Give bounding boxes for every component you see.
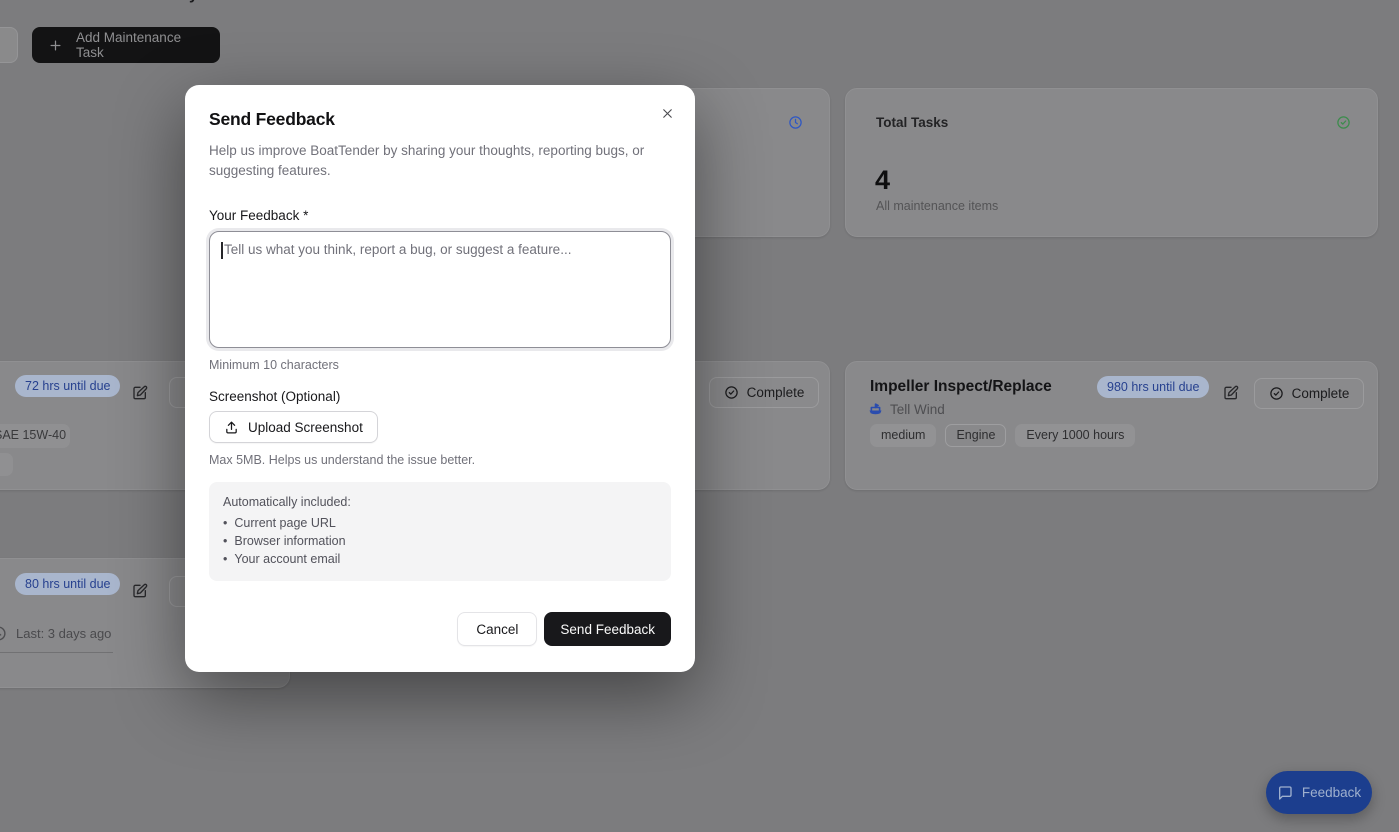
upload-screenshot-label: Upload Screenshot	[248, 420, 363, 435]
stat-card-total-tasks: Total Tasks 4 All maintenance items	[845, 88, 1378, 237]
upload-icon	[224, 420, 239, 435]
task-title: Impeller Inspect/Replace	[870, 378, 1052, 396]
priority-badge: medium	[870, 424, 936, 447]
edit-icon[interactable]	[1221, 383, 1241, 403]
modal-footer: Cancel Send Feedback	[457, 612, 671, 646]
auto-included-box: Automatically included: Current page URL…	[209, 482, 671, 581]
task-card-impeller: Impeller Inspect/Replace 980 hrs until d…	[845, 361, 1378, 490]
bullet	[223, 514, 227, 532]
clipped-heading-fragment: y	[189, 0, 198, 4]
category-badge: Engine	[945, 424, 1006, 447]
edit-icon[interactable]	[130, 383, 150, 403]
add-maintenance-task-button[interactable]: Add Maintenance Task	[32, 27, 220, 63]
text-caret	[221, 242, 223, 259]
send-feedback-modal: Send Feedback Help us improve BoatTender…	[185, 85, 695, 672]
modal-description: Help us improve BoatTender by sharing yo…	[209, 141, 667, 181]
stat-card-title: Total Tasks	[876, 115, 948, 130]
bullet	[223, 550, 227, 568]
due-badge: 72 hrs until due	[15, 375, 120, 397]
app-screen: y Add Maintenance Task Total Tasks 4 All…	[0, 0, 1399, 832]
check-circle-icon	[1336, 115, 1351, 130]
auto-included-text: Current page URL	[234, 514, 335, 532]
close-icon[interactable]	[656, 102, 678, 124]
complete-label: Complete	[747, 385, 805, 400]
boat-name: Tell Wind	[890, 402, 945, 417]
screenshot-section-label: Screenshot (Optional)	[209, 389, 671, 404]
due-badge: 980 hrs until due	[1097, 376, 1209, 398]
detail-badge-partial	[0, 453, 13, 476]
history-clock-icon	[0, 625, 7, 642]
feedback-fab-label: Feedback	[1302, 785, 1361, 800]
total-tasks-value: 4	[875, 165, 890, 195]
speech-bubble-icon	[1277, 785, 1293, 801]
boat-icon	[866, 400, 885, 418]
due-badge: 80 hrs until due	[15, 573, 120, 595]
card-divider	[0, 652, 113, 653]
auto-included-title: Automatically included:	[223, 495, 657, 509]
complete-button[interactable]: Complete	[709, 377, 819, 408]
modal-title: Send Feedback	[209, 109, 671, 130]
edit-icon[interactable]	[130, 581, 150, 601]
max-size-hint: Max 5MB. Helps us understand the issue b…	[209, 453, 671, 467]
feedback-textarea-wrap	[209, 231, 671, 348]
feedback-fab-button[interactable]: Feedback	[1266, 771, 1372, 814]
auto-included-text: Your account email	[234, 550, 340, 568]
auto-included-text: Browser information	[234, 532, 345, 550]
detail-badge: SAE 15W-40	[0, 424, 70, 448]
clock-icon	[788, 115, 803, 130]
complete-button[interactable]: Complete	[1254, 378, 1364, 409]
plus-icon	[48, 38, 63, 53]
last-done-text: Last: 3 days ago	[16, 626, 111, 641]
total-tasks-subtitle: All maintenance items	[876, 199, 998, 213]
interval-badge: Every 1000 hours	[1015, 424, 1135, 447]
complete-label: Complete	[1292, 386, 1350, 401]
upload-screenshot-button[interactable]: Upload Screenshot	[209, 411, 378, 443]
partial-left-button[interactable]	[0, 27, 18, 63]
cancel-button[interactable]: Cancel	[457, 612, 537, 646]
auto-included-item: Browser information	[223, 532, 657, 550]
add-maintenance-task-label: Add Maintenance Task	[76, 30, 204, 60]
badge-row: medium Engine Every 1000 hours	[870, 424, 1135, 447]
bullet	[223, 532, 227, 550]
min-characters-hint: Minimum 10 characters	[209, 358, 671, 372]
auto-included-item: Current page URL	[223, 514, 657, 532]
feedback-field-label: Your Feedback *	[209, 208, 671, 223]
send-feedback-button[interactable]: Send Feedback	[544, 612, 671, 646]
auto-included-item: Your account email	[223, 550, 657, 568]
feedback-textarea[interactable]	[209, 231, 671, 348]
